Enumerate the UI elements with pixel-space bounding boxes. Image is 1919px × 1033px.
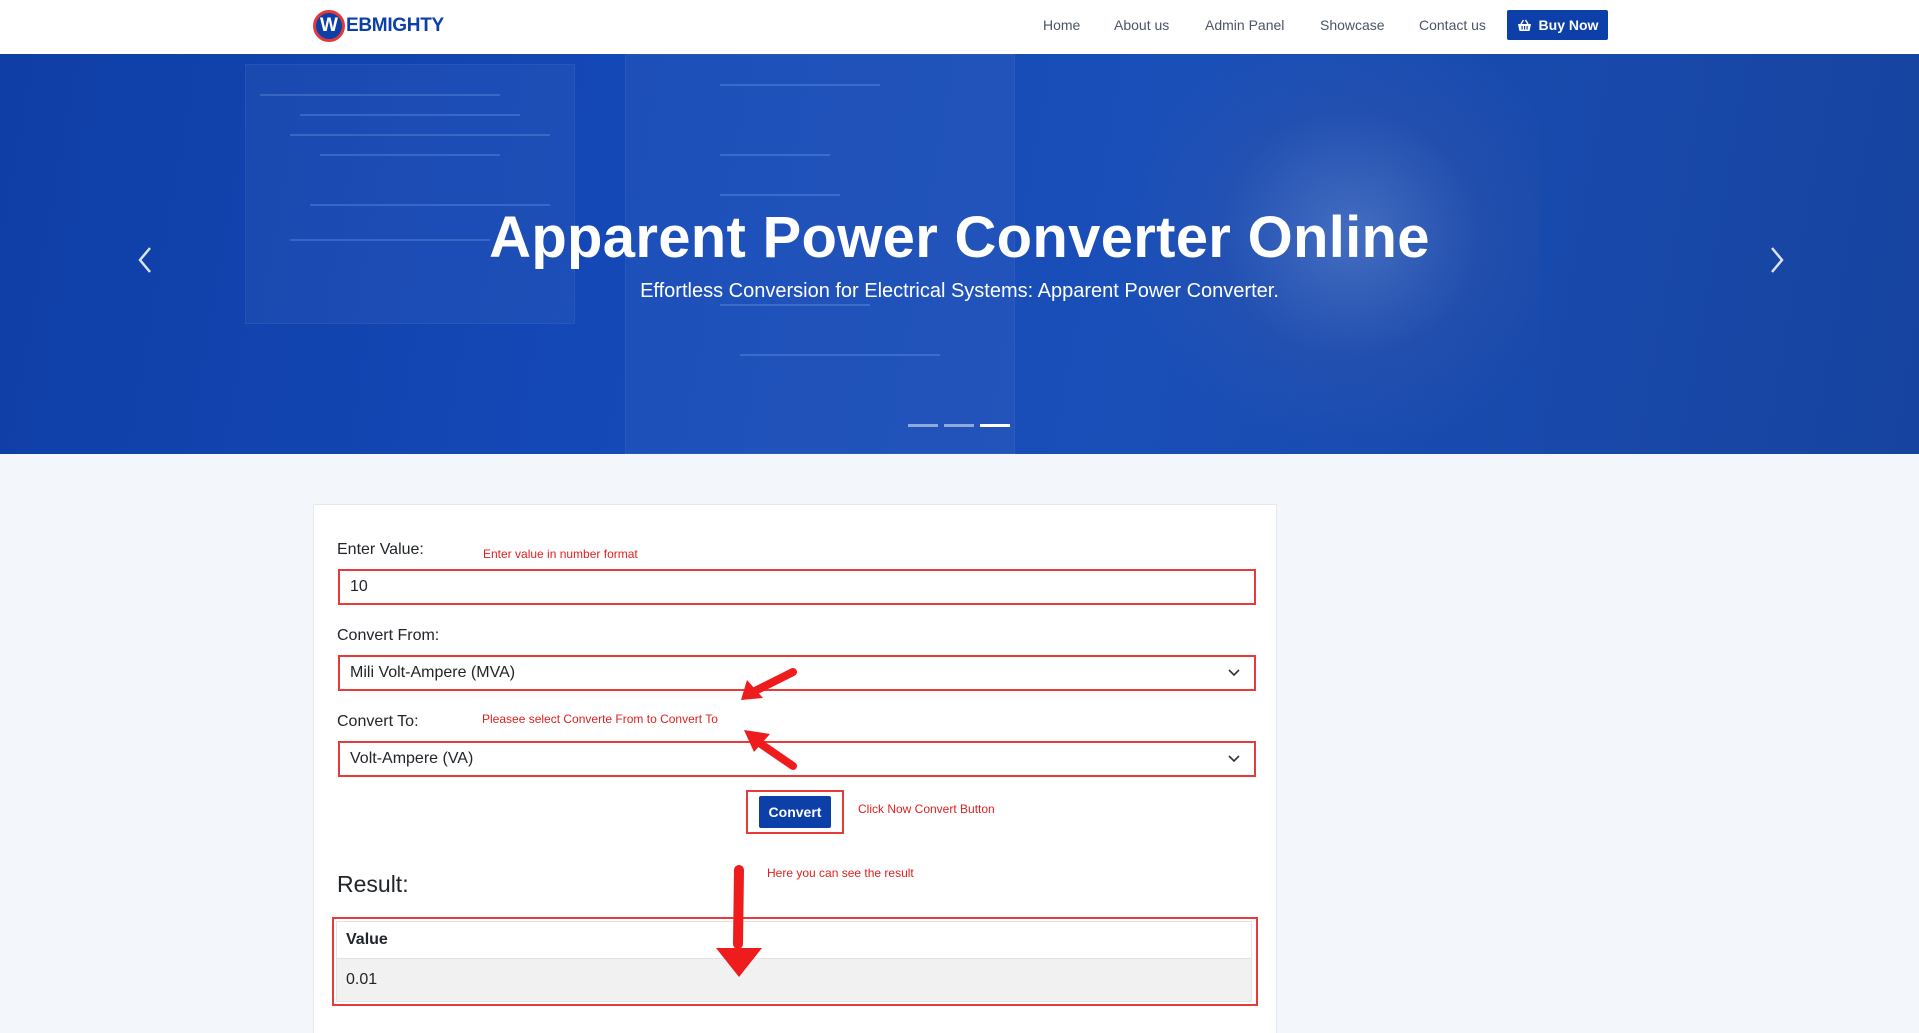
buy-now-label: Buy Now (1538, 17, 1599, 33)
basket-icon (1517, 19, 1531, 31)
result-value: 0.01 (336, 959, 1252, 1002)
nav-home[interactable]: Home (1043, 17, 1080, 33)
value-input[interactable]: 10 (338, 569, 1256, 605)
carousel-indicator-3[interactable] (980, 424, 1010, 427)
hero-carousel: Apparent Power Converter Online Effortle… (0, 54, 1919, 454)
select-hint: Pleasee select Converte From to Convert … (482, 712, 718, 726)
arrow-to-from-icon (741, 668, 797, 700)
navbar: W EBMIGHTY Home About us Admin Panel Sho… (0, 0, 1919, 54)
convert-to-label: Convert To: (337, 713, 419, 730)
chevron-down-icon (1228, 755, 1240, 763)
code-line (720, 304, 870, 306)
code-line (740, 354, 940, 356)
carousel-indicator-2[interactable] (944, 424, 974, 427)
convert-button[interactable]: Convert (759, 796, 831, 828)
logo-text: EBMIGHTY (346, 15, 444, 36)
code-line (320, 154, 500, 156)
hero-subtitle: Effortless Conversion for Electrical Sys… (640, 280, 1279, 302)
logo[interactable]: W EBMIGHTY (313, 9, 444, 43)
carousel-indicators (908, 424, 1010, 427)
nav-contact[interactable]: Contact us (1419, 17, 1486, 33)
convert-hint: Click Now Convert Button (858, 802, 995, 816)
code-line (720, 154, 830, 156)
code-line (260, 94, 500, 96)
convert-from-label: Convert From: (337, 627, 440, 644)
value-label: Enter Value: (337, 541, 424, 558)
nav-about[interactable]: About us (1114, 17, 1169, 33)
convert-to-value: Volt-Ampere (VA) (350, 750, 474, 767)
code-line (290, 134, 550, 136)
nav-admin-panel[interactable]: Admin Panel (1205, 17, 1284, 33)
chevron-down-icon (1228, 669, 1240, 677)
convert-from-value: Mili Volt-Ampere (MVA) (350, 664, 516, 681)
value-input-text: 10 (350, 578, 368, 595)
value-hint: Enter value in number format (483, 547, 638, 561)
arrow-to-result-icon (716, 865, 762, 977)
nav-showcase[interactable]: Showcase (1320, 17, 1385, 33)
code-line (720, 194, 840, 196)
chevron-right-icon[interactable] (1762, 240, 1792, 280)
result-column-header: Value (336, 921, 1252, 959)
carousel-indicator-1[interactable] (908, 424, 938, 427)
hero-title: Apparent Power Converter Online (489, 205, 1430, 270)
code-line (300, 114, 520, 116)
code-line (720, 84, 880, 86)
result-title: Result: (337, 871, 409, 897)
result-hint: Here you can see the result (767, 866, 914, 880)
logo-mark: W (313, 10, 345, 42)
buy-now-button[interactable]: Buy Now (1507, 10, 1608, 40)
chevron-left-icon[interactable] (130, 240, 160, 280)
arrow-to-to-icon (744, 730, 797, 770)
